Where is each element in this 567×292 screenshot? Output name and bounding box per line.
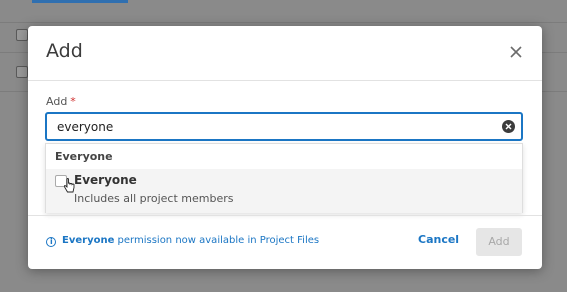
info-message-text: permission now available in Project File… [114, 235, 320, 246]
option-name: Everyone [74, 173, 137, 187]
option-description: Includes all project members [74, 192, 234, 205]
background-row-checkbox [16, 29, 28, 41]
add-field-label: Add * [46, 95, 76, 108]
info-message-highlight: Everyone [62, 235, 115, 246]
required-indicator: * [70, 95, 76, 108]
info-icon: i [46, 237, 56, 247]
cancel-button[interactable]: Cancel [418, 233, 459, 246]
background-tab-indicator [32, 0, 128, 3]
background-row-divider [0, 22, 567, 23]
clear-input-button[interactable] [502, 120, 515, 133]
add-search-input[interactable] [47, 114, 487, 139]
add-field-label-text: Add [46, 95, 68, 108]
add-dialog: Add Add* Everyone Everyone Includes all … [28, 26, 542, 269]
clear-icon [505, 123, 512, 130]
suggestion-group-header: Everyone [55, 150, 113, 163]
close-button[interactable] [508, 44, 524, 60]
info-message: Everyone permission now available in Pro… [62, 235, 319, 246]
dialog-title: Add [46, 40, 83, 62]
suggestion-option-everyone[interactable]: Everyone Includes all project members [46, 169, 522, 213]
close-icon [510, 46, 522, 58]
add-button[interactable]: Add [476, 228, 522, 256]
add-search-field [45, 112, 523, 141]
dialog-header: Add [28, 26, 542, 81]
background-row-checkbox [16, 66, 28, 78]
dialog-footer: i Everyone permission now available in P… [28, 215, 542, 269]
suggestion-dropdown: Everyone Everyone Includes all project m… [45, 143, 523, 213]
